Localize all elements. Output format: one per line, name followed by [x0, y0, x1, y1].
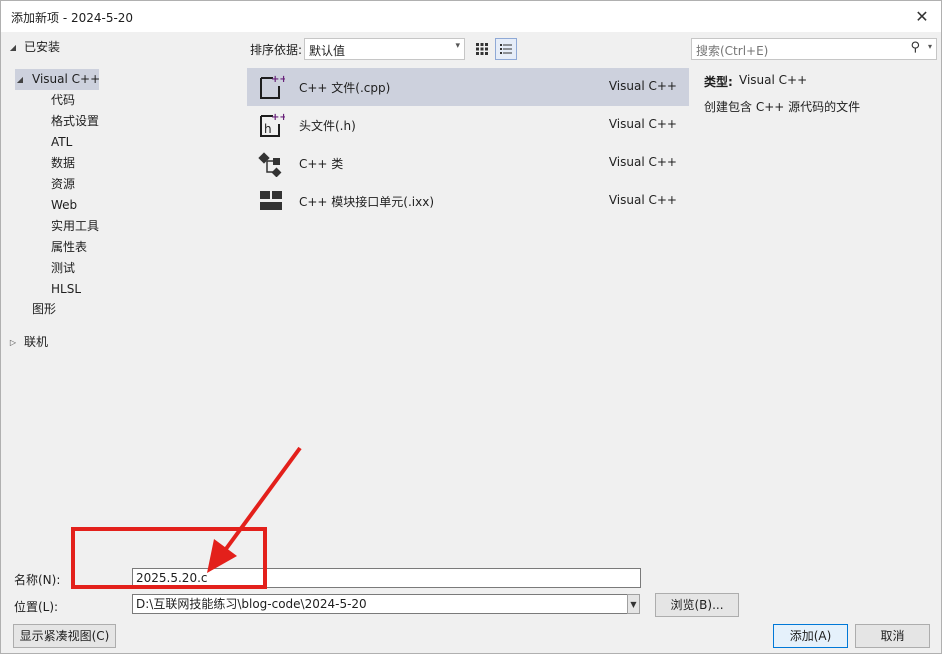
add-new-item-dialog: 添加新项 - 2024-5-20 ✕ ◢ 已安装 ◢ Visual C++ 代码…	[0, 0, 942, 654]
annotation-arrow	[207, 446, 302, 573]
